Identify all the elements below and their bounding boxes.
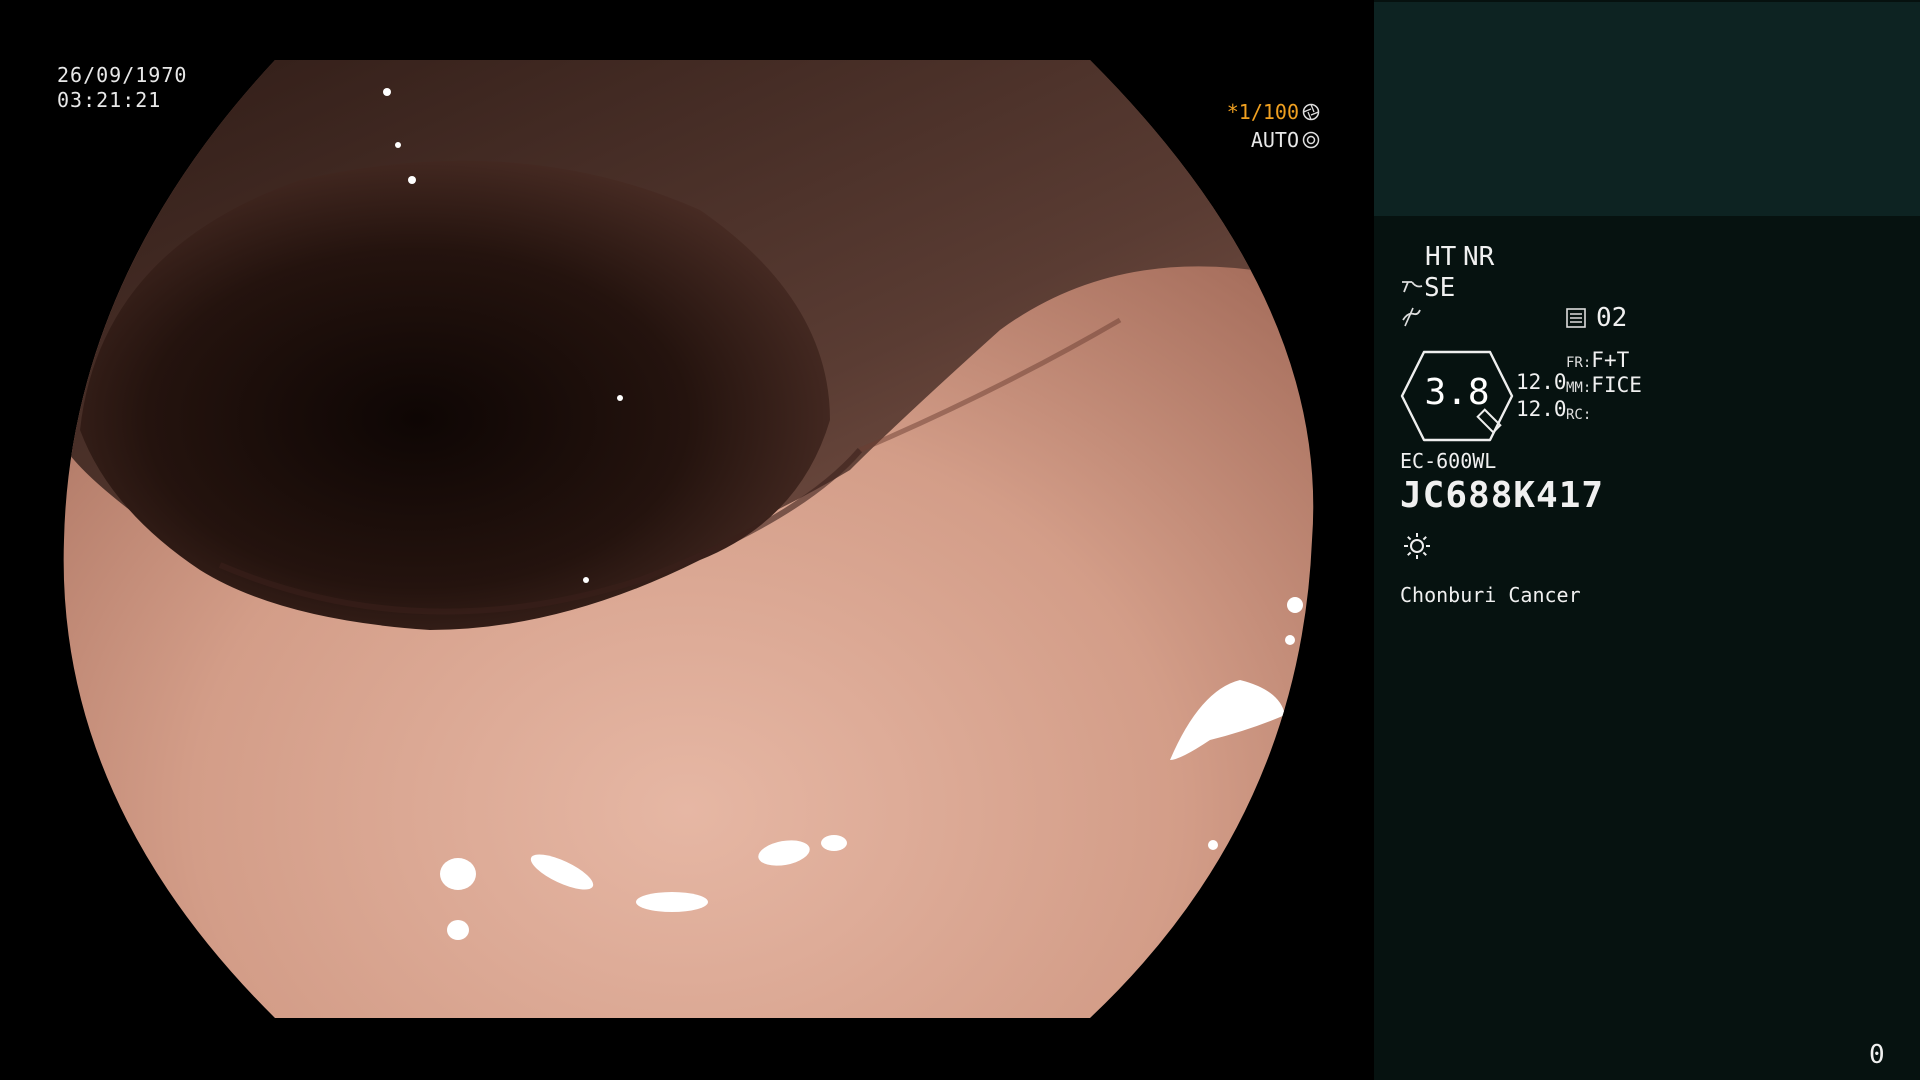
light-source-icon [1404, 533, 1430, 559]
memory-icon [1566, 308, 1586, 328]
info-area [1374, 216, 1920, 1080]
se-indicator: SE [1424, 273, 1456, 303]
exam-datetime: 26/09/1970 03:21:21 [57, 63, 187, 113]
scope-serial: JC688K417 [1400, 475, 1605, 516]
image-counter: 0 [1869, 1040, 1885, 1070]
institution-name: Chonburi Cancer [1400, 583, 1581, 607]
exposure-mode: AUTO [1250, 127, 1299, 152]
exam-time: 03:21:21 [57, 88, 162, 112]
memory-number: 02 [1596, 303, 1628, 333]
level-value-1: 12.0 [1516, 370, 1567, 394]
zoom-value: 3.8 [1424, 372, 1490, 413]
shutter-row: *1/100 [1225, 98, 1320, 126]
structure-enhance-icon [1402, 281, 1423, 293]
mm-value: FICE [1591, 373, 1642, 397]
iris-icon [1302, 131, 1320, 149]
exam-date: 26/09/1970 [57, 63, 188, 87]
thumbnail-area [1374, 2, 1920, 216]
fr-value: F+T [1591, 348, 1630, 372]
shutter-speed: *1/100 [1226, 99, 1299, 124]
enhancement-icon [1402, 307, 1421, 327]
nr-indicator: NR [1463, 242, 1495, 272]
rc-label: RC: [1566, 407, 1592, 423]
status-panel [1374, 0, 1920, 1080]
mode-row: AUTO [1225, 126, 1320, 154]
ht-indicator: HT [1425, 242, 1457, 272]
mm-row: MM:FICE [1566, 373, 1642, 397]
fr-label: FR: [1566, 355, 1592, 371]
endoscope-image [0, 0, 1374, 1080]
mm-label: MM: [1566, 380, 1592, 396]
aperture-icon [1302, 103, 1320, 121]
scope-model: EC-600WL [1400, 449, 1497, 473]
fr-row: FR:F+T [1566, 348, 1629, 372]
rc-row: RC: [1566, 400, 1591, 424]
exposure-info: *1/100 AUTO [1225, 98, 1320, 154]
level-value-2: 12.0 [1516, 397, 1567, 421]
